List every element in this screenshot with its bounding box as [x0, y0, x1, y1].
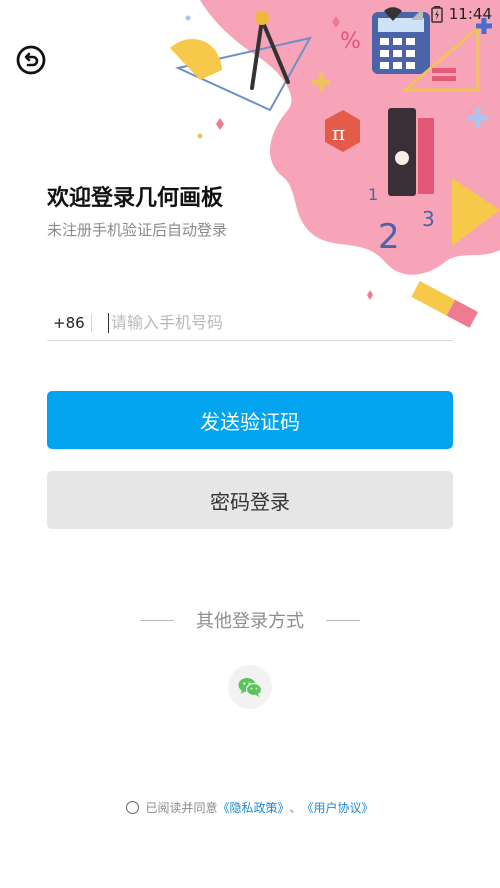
status-time: 11:44	[448, 5, 492, 23]
back-button[interactable]	[15, 44, 47, 76]
agreement-separator: 、	[289, 801, 302, 815]
status-bar: 11:44	[360, 0, 500, 28]
phone-divider	[91, 313, 92, 332]
agreement-row: 已阅读并同意 《隐私政策》 、 《用户协议》	[0, 799, 500, 816]
page-subtitle: 未注册手机验证后自动登录	[47, 221, 228, 239]
send-code-button[interactable]: 发送验证码	[47, 391, 453, 449]
user-agreement-link[interactable]: 《用户协议》	[302, 799, 374, 816]
svg-text:2: 2	[378, 217, 400, 257]
svg-text:1: 1	[368, 185, 378, 204]
agreement-prefix: 已阅读并同意	[145, 801, 218, 815]
protractor-shape	[170, 39, 222, 80]
battery-icon	[431, 6, 443, 23]
divider-left	[140, 619, 174, 621]
wechat-icon	[238, 678, 262, 697]
svg-text:3: 3	[422, 207, 435, 231]
signal-icon	[410, 8, 423, 20]
svg-text:%: %	[340, 29, 361, 54]
other-login-label: 其他登录方式	[196, 611, 304, 632]
privacy-policy-link[interactable]: 《隐私政策》	[217, 799, 289, 816]
wifi-icon	[383, 7, 402, 21]
wechat-login-button[interactable]	[228, 665, 272, 709]
math-illustration: % π 2 3 1	[170, 0, 500, 328]
other-login-section: 其他登录方式	[0, 607, 500, 633]
agree-checkbox[interactable]	[126, 801, 140, 814]
phone-input-row: +86	[47, 305, 453, 341]
password-login-button[interactable]: 密码登录	[47, 471, 453, 529]
country-code[interactable]: +86	[47, 314, 91, 332]
svg-text:π: π	[332, 121, 345, 145]
phone-input[interactable]	[108, 312, 453, 333]
back-arrow-icon	[16, 45, 46, 75]
divider-right	[326, 619, 360, 621]
page-title: 欢迎登录几何画板	[47, 186, 224, 211]
